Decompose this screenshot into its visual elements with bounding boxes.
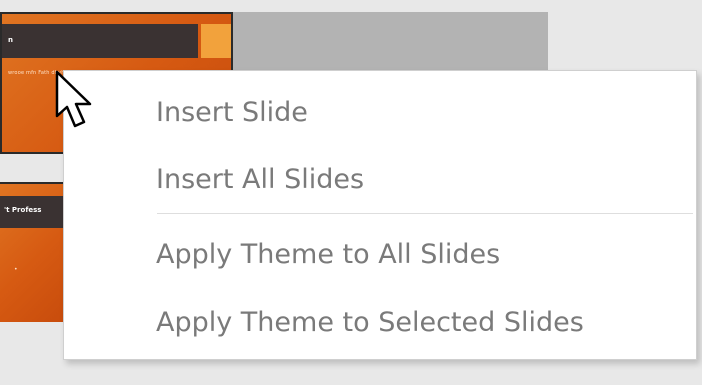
panel-background [0, 360, 702, 385]
menu-separator [157, 213, 693, 214]
menu-item-apply-theme-selected[interactable]: Apply Theme to Selected Slides [64, 293, 696, 353]
slide-title-text: n [8, 36, 13, 44]
arrow-cursor-icon [55, 70, 92, 128]
menu-item-apply-theme-all[interactable]: Apply Theme to All Slides [64, 225, 696, 285]
menu-item-insert-slide[interactable]: Insert Slide [64, 83, 696, 143]
slide-title-bar [2, 24, 198, 58]
slide-bullet: • [14, 266, 18, 273]
context-menu: Insert Slide Insert All Slides Apply The… [63, 70, 697, 360]
menu-item-insert-all-slides[interactable]: Insert All Slides [64, 150, 696, 210]
slide-title-text: 't Profess [4, 206, 42, 214]
slide-thumbnail-2[interactable]: 't Profess • [0, 182, 65, 322]
slide-accent-square [201, 24, 231, 58]
